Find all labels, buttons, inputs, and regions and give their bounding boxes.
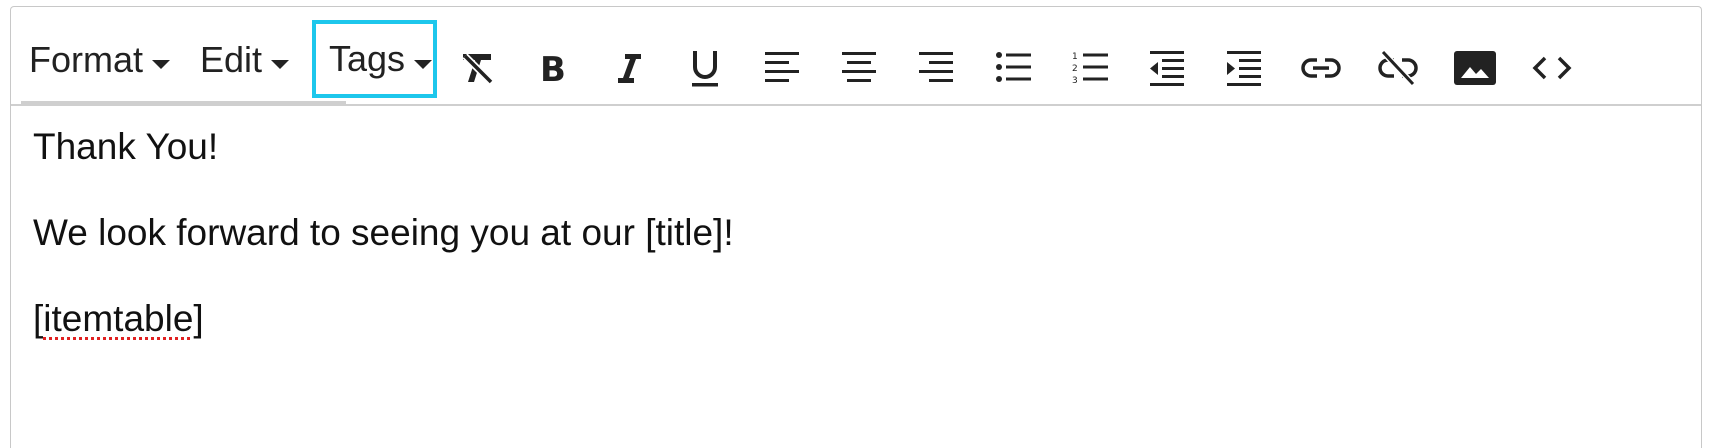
editor-content[interactable]: Thank You! We look forward to seeing you…: [11, 106, 1701, 448]
insert-image-button[interactable]: [1450, 39, 1500, 97]
chevron-down-icon: [414, 59, 433, 69]
svg-text:B: B: [540, 50, 566, 88]
paragraph-itemtable: [itemtable]: [33, 298, 204, 340]
italic-icon: [618, 54, 641, 83]
edit-menu-label: Edit: [200, 38, 263, 80]
unlink-icon: [1378, 49, 1418, 87]
format-menu-button[interactable]: Format: [29, 21, 171, 98]
menu-divider: [21, 101, 346, 104]
editor-toolbar: Format Edit Tags B 1 2 3: [11, 7, 1701, 106]
align-right-icon: [919, 52, 953, 82]
misspelled-word: itemtable: [43, 298, 194, 339]
rich-text-editor: Format Edit Tags B 1 2 3 Thank You! We l…: [10, 6, 1702, 448]
svg-text:3: 3: [1072, 76, 1078, 86]
edit-menu-button[interactable]: Edit: [200, 21, 290, 98]
bold-icon: B: [540, 50, 566, 88]
chevron-down-icon: [152, 60, 171, 69]
numbered-list-icon: 1 2 3: [1072, 52, 1108, 86]
underline-icon: [692, 51, 718, 87]
bullet-list-button[interactable]: [988, 39, 1038, 97]
align-left-icon: [765, 52, 799, 82]
italic-button[interactable]: [604, 39, 654, 97]
link-icon: [1301, 58, 1341, 78]
unlink-button[interactable]: [1373, 39, 1423, 97]
outdent-button[interactable]: [1142, 39, 1192, 97]
clear-format-button[interactable]: [452, 39, 502, 97]
tag-open-bracket: [: [33, 298, 44, 339]
outdent-icon: [1150, 51, 1184, 86]
clear-format-icon: [462, 53, 494, 85]
indent-icon: [1227, 51, 1261, 86]
paragraph-intro: We look forward to seeing you at our [ti…: [33, 212, 734, 253]
code-icon: [1532, 56, 1572, 80]
svg-text:1: 1: [1072, 52, 1078, 62]
chevron-down-icon: [271, 60, 290, 69]
align-right-button[interactable]: [911, 39, 961, 97]
align-left-button[interactable]: [757, 39, 807, 97]
tags-menu-button[interactable]: Tags: [312, 20, 437, 98]
tags-menu-label: Tags: [329, 38, 406, 79]
paragraph-thank-you: Thank You!: [33, 126, 219, 167]
numbered-list-button[interactable]: 1 2 3: [1065, 39, 1115, 97]
bullet-list-icon: [996, 52, 1031, 82]
source-code-button[interactable]: [1527, 39, 1577, 97]
svg-text:2: 2: [1072, 64, 1078, 74]
link-button[interactable]: [1296, 39, 1346, 97]
underline-button[interactable]: [680, 39, 730, 97]
align-center-button[interactable]: [834, 39, 884, 97]
align-center-icon: [842, 52, 876, 82]
image-icon: [1454, 51, 1496, 85]
tag-close-bracket: ]: [193, 298, 204, 339]
indent-button[interactable]: [1219, 39, 1269, 97]
format-menu-label: Format: [29, 38, 144, 80]
bold-button[interactable]: B: [529, 39, 579, 97]
